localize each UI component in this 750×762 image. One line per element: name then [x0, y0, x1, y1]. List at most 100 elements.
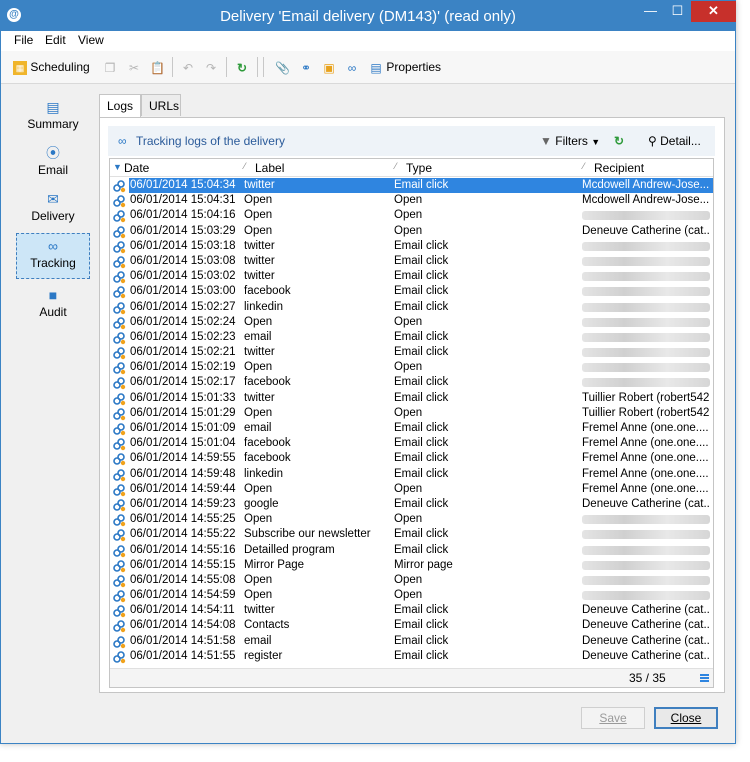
- table-row[interactable]: 06/01/2014 14:59:23 google Email click Dene…: [110, 497, 713, 512]
- menu-file[interactable]: File: [14, 33, 33, 47]
- properties-button[interactable]: ▤ Properties: [369, 59, 441, 75]
- table-row[interactable]: 06/01/2014 15:02:24 Open Open: [110, 315, 713, 330]
- scheduling-button[interactable]: ▦ Scheduling: [13, 59, 90, 75]
- detail-button[interactable]: ⚲ Detail...: [648, 134, 701, 148]
- table-row[interactable]: 06/01/2014 15:02:27 linkedin Email click: [110, 300, 713, 315]
- table-row[interactable]: 06/01/2014 14:55:22 Subscribe our newslet…: [110, 527, 713, 542]
- cell-type: Email click: [394, 619, 449, 632]
- sidebar-item-delivery[interactable]: ✉ Delivery: [16, 187, 90, 231]
- table-row[interactable]: 06/01/2014 14:59:44 Open Open Fremel Anne (…: [110, 482, 713, 497]
- save-button[interactable]: Save: [581, 707, 645, 729]
- table-row[interactable]: 06/01/2014 15:02:23 email Email click: [110, 330, 713, 345]
- tracking-link-icon: [113, 605, 126, 618]
- column-header-recipient[interactable]: Recipient: [594, 161, 644, 175]
- cell-recipient: [582, 530, 710, 540]
- tracking-icon: ∞: [48, 238, 58, 254]
- refresh-icon[interactable]: ↻: [614, 134, 624, 148]
- table-row[interactable]: 06/01/2014 15:02:21 twitter Email click: [110, 345, 713, 360]
- cell-date: 06/01/2014 15:04:31: [130, 194, 236, 207]
- refresh-button[interactable]: ↻: [235, 59, 249, 75]
- tracking-link-icon: [113, 453, 126, 466]
- table-row[interactable]: 06/01/2014 15:02:19 Open Open: [110, 360, 713, 375]
- table-row[interactable]: 06/01/2014 14:59:48 linkedin Email click Fr…: [110, 467, 713, 482]
- table-row[interactable]: 06/01/2014 14:54:11 twitter Email click Den…: [110, 603, 713, 618]
- sidebar-item-label: Audit: [39, 305, 67, 319]
- copy-button[interactable]: ❐: [103, 59, 117, 75]
- cell-type: Open: [394, 315, 423, 328]
- cell-label: Open: [244, 573, 273, 586]
- maximize-button[interactable]: ☐: [664, 1, 691, 22]
- tracking-link-icon: [113, 240, 126, 253]
- column-header-date[interactable]: Date: [124, 161, 149, 175]
- cell-date: 06/01/2014 15:04:16: [130, 209, 236, 222]
- tracking-link-button[interactable]: ∞: [345, 59, 359, 75]
- table-row[interactable]: 06/01/2014 15:03:02 twitter Email click: [110, 269, 713, 284]
- sidebar-item-email[interactable]: ⦿ Email: [16, 141, 90, 185]
- table-row[interactable]: 06/01/2014 14:55:15 Mirror Page Mirror pag…: [110, 558, 713, 573]
- cell-date: 06/01/2014 15:01:33: [130, 391, 236, 404]
- cell-type: Email click: [394, 254, 449, 267]
- table-row[interactable]: 06/01/2014 15:03:29 Open Open Deneuve Cathe…: [110, 224, 713, 239]
- table-row[interactable]: 06/01/2014 15:04:16 Open Open: [110, 208, 713, 223]
- cell-recipient: Deneuve Catherine (cat...: [582, 224, 710, 237]
- sidebar-item-tracking[interactable]: ∞ Tracking: [16, 233, 90, 279]
- menu-edit[interactable]: Edit: [45, 33, 66, 47]
- table-row[interactable]: 06/01/2014 14:51:55 register Email click De…: [110, 649, 713, 664]
- gift-button[interactable]: ▣: [322, 59, 336, 75]
- toolbar: ▦ Scheduling ❐ ✂ 📋 ↶ ↷ ↻ 📎 ⚭ ▣ ∞ ▤ Prope…: [1, 51, 735, 84]
- sidebar-item-summary[interactable]: ▤ Summary: [16, 95, 90, 139]
- link-button[interactable]: ⚭: [299, 59, 313, 75]
- list-options-icon[interactable]: [700, 674, 709, 682]
- table-row[interactable]: 06/01/2014 14:59:55 facebook Email click Fr…: [110, 451, 713, 466]
- redo-icon: ↷: [205, 60, 217, 75]
- table-row[interactable]: 06/01/2014 15:03:18 twitter Email click: [110, 239, 713, 254]
- table-row[interactable]: 06/01/2014 15:03:00 facebook Email click: [110, 284, 713, 299]
- cell-type: Email click: [394, 300, 449, 313]
- sidebar-item-audit[interactable]: ■ Audit: [16, 283, 90, 327]
- undo-button[interactable]: ↶: [181, 59, 195, 75]
- cell-date: 06/01/2014 15:02:17: [130, 376, 236, 389]
- table-row[interactable]: 06/01/2014 14:54:59 Open Open: [110, 588, 713, 603]
- cell-recipient: Deneuve Catherine (cat...: [582, 634, 710, 647]
- audit-icon: ■: [48, 287, 58, 303]
- tab-logs[interactable]: Logs: [99, 94, 141, 118]
- cell-label: Open: [244, 361, 273, 374]
- table-row[interactable]: 06/01/2014 14:54:08 Contacts Email click De…: [110, 618, 713, 633]
- close-window-button[interactable]: ✕: [691, 1, 736, 22]
- cell-label: facebook: [244, 376, 291, 389]
- delivery-icon: ✉: [47, 191, 59, 207]
- table-row[interactable]: 06/01/2014 14:55:08 Open Open: [110, 573, 713, 588]
- cell-type: Open: [394, 209, 423, 222]
- close-button[interactable]: Close: [654, 707, 718, 729]
- table-row[interactable]: 06/01/2014 14:55:25 Open Open: [110, 512, 713, 527]
- record-count: 35 / 35: [629, 671, 666, 685]
- table-row[interactable]: 06/01/2014 14:55:16 Detailled program Emai…: [110, 543, 713, 558]
- cell-date: 06/01/2014 15:04:34: [130, 179, 236, 191]
- table-row[interactable]: 06/01/2014 14:51:58 email Email click Deneu…: [110, 634, 713, 649]
- table-row[interactable]: 06/01/2014 15:01:29 Open Open Tuillier Robe…: [110, 406, 713, 421]
- table-row[interactable]: 06/01/2014 15:01:33 twitter Email click Tui…: [110, 391, 713, 406]
- attach-button[interactable]: 📎: [275, 59, 290, 75]
- column-header-type[interactable]: Type: [406, 161, 432, 175]
- cell-date: 06/01/2014 15:02:27: [130, 300, 236, 313]
- cell-label: Open: [244, 589, 273, 602]
- column-header-label[interactable]: Label: [255, 161, 284, 175]
- cell-type: Email click: [394, 376, 449, 389]
- redo-button[interactable]: ↷: [204, 59, 218, 75]
- table-row[interactable]: 06/01/2014 15:02:17 facebook Email click: [110, 375, 713, 390]
- table-row[interactable]: 06/01/2014 15:03:08 twitter Email click: [110, 254, 713, 269]
- cell-recipient: [582, 363, 710, 373]
- filters-button[interactable]: ▼ Filters ▼: [540, 134, 600, 149]
- tracking-link-icon: [113, 286, 126, 299]
- tab-urls[interactable]: URLs: [141, 94, 181, 116]
- table-row[interactable]: 06/01/2014 15:04:31 Open Open Mcdowell Andr…: [110, 193, 713, 208]
- cell-recipient: [582, 302, 710, 312]
- cut-button[interactable]: ✂: [127, 59, 141, 75]
- minimize-button[interactable]: —: [637, 1, 664, 22]
- cell-label: Subscribe our newsletter: [244, 528, 371, 541]
- table-row[interactable]: 06/01/2014 15:04:34 twitter Email click Mcd…: [110, 178, 713, 193]
- paste-button[interactable]: 📋: [150, 59, 165, 75]
- table-row[interactable]: 06/01/2014 15:01:09 email Email click Freme…: [110, 421, 713, 436]
- menu-view[interactable]: View: [78, 33, 104, 47]
- table-row[interactable]: 06/01/2014 15:01:04 facebook Email click Fr…: [110, 436, 713, 451]
